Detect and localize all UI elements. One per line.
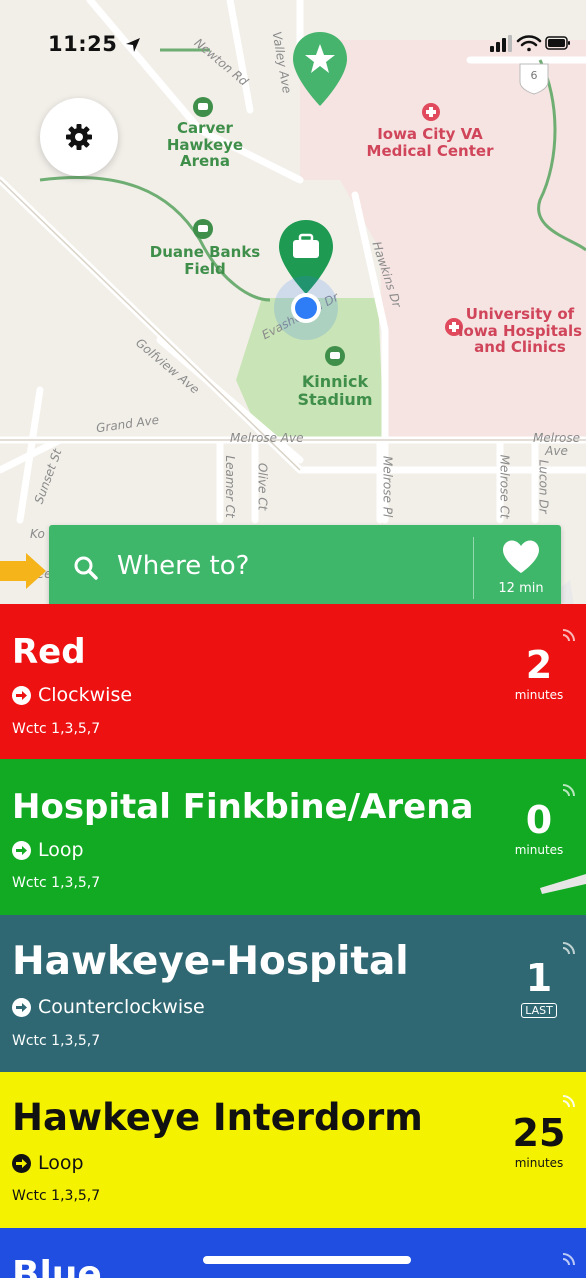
place-label-carver: Carver Hawkeye Arena	[166, 119, 244, 170]
search-input[interactable]: Where to?	[117, 551, 249, 581]
signal-icon	[562, 629, 575, 642]
route-name: Blue	[12, 1254, 102, 1278]
place-label-va: Iowa City VA Medical Center	[366, 125, 494, 160]
status-icons	[490, 35, 570, 52]
route-item-hawkeye-interdorm[interactable]: Hawkeye Interdorm Loop Wctc 1,3,5,7 25 m…	[0, 1072, 586, 1228]
route-direction: Loop	[12, 839, 84, 861]
eta-unit: minutes	[514, 688, 564, 702]
eta-value: 1	[525, 956, 553, 1000]
route-stops: Wctc 1,3,5,7	[12, 875, 101, 891]
home-indicator[interactable]	[203, 1256, 411, 1264]
settings-button[interactable]	[40, 98, 118, 176]
route-stops: Wctc 1,3,5,7	[12, 1188, 101, 1204]
route-name: Red	[12, 632, 86, 672]
route-item-hawkeye-hospital[interactable]: Hawkeye-Hospital Counterclockwise Wctc 1…	[0, 915, 586, 1072]
signal-icon	[562, 1095, 575, 1108]
route-item-blue[interactable]: Blue	[0, 1228, 586, 1278]
route-direction: Counterclockwise	[12, 996, 205, 1018]
route-item-red[interactable]: Red Clockwise Wctc 1,3,5,7 2 minutes	[0, 604, 586, 759]
cell-signal-icon	[490, 35, 512, 52]
street-label: Lucon Dr	[536, 459, 551, 514]
star-pin-icon[interactable]	[290, 30, 350, 110]
eta-value: 2	[525, 643, 553, 687]
route-name: Hospital Finkbine/Arena	[12, 787, 474, 827]
search-bar[interactable]: Where to? 12 min	[49, 525, 561, 611]
hospital-icon	[422, 103, 440, 121]
arrow-right-circle-icon	[12, 997, 31, 1017]
field-icon	[193, 219, 213, 239]
street-label: Melrose Ave	[230, 431, 304, 445]
route-direction-label: Counterclockwise	[38, 996, 205, 1018]
wifi-icon	[516, 35, 542, 52]
heart-icon[interactable]	[501, 539, 541, 575]
place-label-duane-banks: Duane Banks Field	[149, 243, 261, 278]
arena-icon	[193, 97, 213, 117]
eta-last-badge: LAST	[521, 1003, 557, 1018]
battery-icon	[545, 36, 570, 50]
route-direction-label: Clockwise	[38, 684, 133, 706]
arrow-right-circle-icon	[12, 840, 31, 860]
highway-shield-number: 6	[530, 69, 538, 82]
eta-value: 0	[525, 798, 553, 842]
stadium-icon	[325, 346, 345, 366]
signal-icon	[562, 1253, 575, 1266]
gear-icon	[66, 124, 92, 150]
route-direction: Loop	[12, 1152, 84, 1174]
route-eta: 0 minutes	[504, 801, 574, 857]
street-label: Melrose Ct	[497, 454, 512, 519]
search-divider	[473, 537, 474, 599]
status-time: 11:25	[48, 32, 141, 56]
route-eta: 1 LAST	[504, 959, 574, 1018]
route-item-hospital-finkbine-arena[interactable]: Hospital Finkbine/Arena Loop Wctc 1,3,5,…	[0, 759, 586, 915]
route-stops: Wctc 1,3,5,7	[12, 721, 101, 737]
route-eta: 2 minutes	[504, 646, 574, 702]
street-label: Olive Ct	[255, 462, 270, 511]
search-icon	[74, 556, 98, 580]
route-stops: Wctc 1,3,5,7	[12, 1033, 101, 1049]
annotation-arrow-icon	[0, 553, 46, 589]
place-label-kinnick: Kinnick Stadium	[297, 372, 373, 409]
location-arrow-icon	[126, 38, 141, 52]
favorite-time: 12 min	[498, 581, 544, 596]
current-location-icon	[274, 276, 338, 340]
route-name: Hawkeye-Hospital	[12, 939, 409, 984]
arrow-right-circle-icon	[12, 685, 31, 705]
street-label: Ko	[30, 527, 45, 541]
route-direction-label: Loop	[38, 839, 84, 861]
eta-unit: minutes	[514, 1156, 564, 1170]
signal-icon	[562, 942, 575, 955]
route-direction: Clockwise	[12, 684, 132, 706]
route-name: Hawkeye Interdorm	[12, 1096, 423, 1139]
route-eta: 25 minutes	[504, 1114, 574, 1170]
street-label: Melrose Pl	[380, 455, 395, 518]
route-direction-label: Loop	[38, 1152, 84, 1174]
place-label-uihc: University of Iowa Hospitals and Clinics	[457, 305, 583, 356]
eta-unit: minutes	[514, 843, 564, 857]
street-label: Melrose Ave	[533, 431, 580, 459]
annotation-arrow-icon	[540, 874, 586, 894]
status-time-text: 11:25	[48, 32, 118, 56]
arrow-right-circle-icon	[12, 1153, 31, 1173]
eta-value: 25	[512, 1111, 566, 1155]
street-label: Leamer Ct	[222, 455, 237, 518]
signal-icon	[562, 784, 575, 797]
